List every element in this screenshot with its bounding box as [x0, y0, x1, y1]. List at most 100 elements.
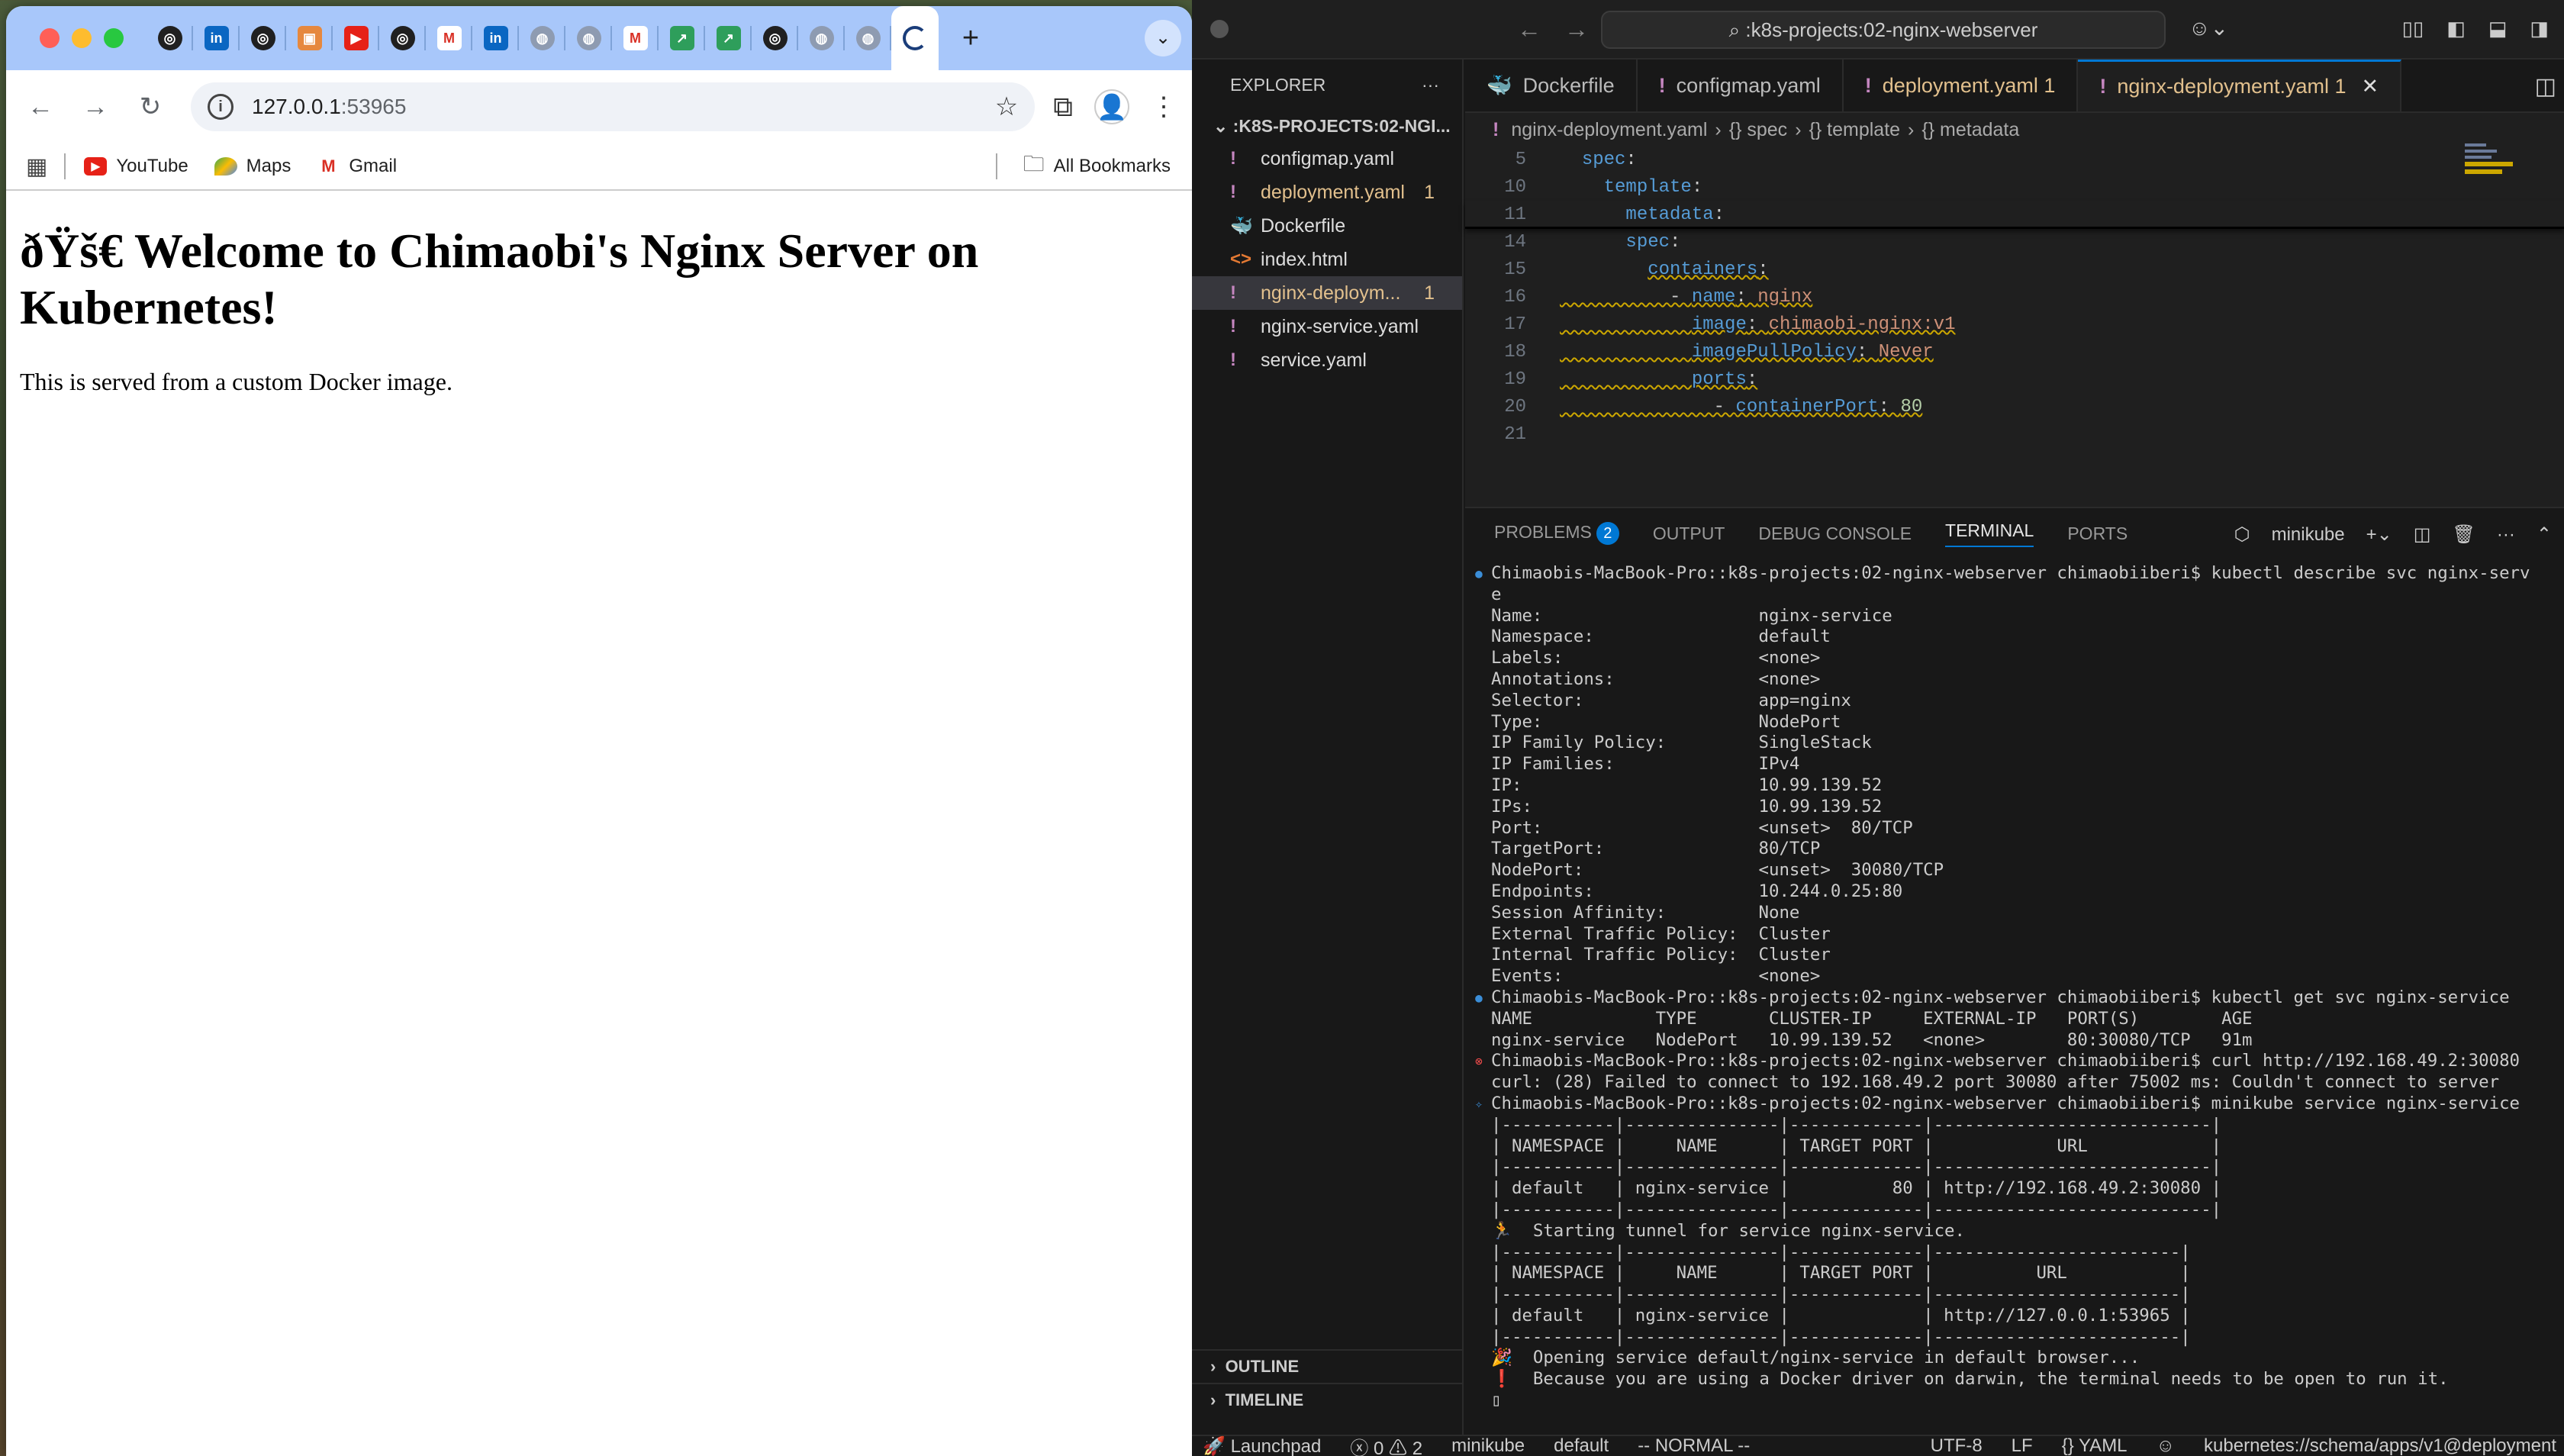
- timeline-section[interactable]: › TIMELINE: [1192, 1383, 1464, 1416]
- explorer-file[interactable]: ! nginx-deploym... 1: [1192, 276, 1462, 310]
- profile-avatar[interactable]: 👤: [1094, 89, 1129, 124]
- explorer-file[interactable]: ! deployment.yaml 1: [1192, 176, 1462, 209]
- browser-tab[interactable]: ▶: [333, 6, 379, 70]
- browser-tab[interactable]: ▣: [286, 6, 333, 70]
- explorer-file[interactable]: ! configmap.yaml: [1192, 142, 1462, 176]
- code-editor[interactable]: 5 spec: 10 template: 11 metadata: 14 spec: 1…: [1465, 147, 2564, 449]
- nav-back-icon[interactable]: ←: [1517, 15, 1541, 43]
- browser-tab[interactable]: ✕: [891, 6, 939, 70]
- bookmark-gmail[interactable]: M Gmail: [317, 156, 397, 177]
- code-line[interactable]: 18 imagePullPolicy: Never: [1465, 339, 2564, 366]
- code-line[interactable]: 16 - name: nginx: [1465, 284, 2564, 311]
- command-running-icon[interactable]: ✧: [1471, 1094, 1487, 1115]
- browser-tab[interactable]: ↗: [659, 6, 705, 70]
- bookmark-star-icon[interactable]: ☆: [995, 92, 1018, 122]
- more-actions-icon[interactable]: ···: [1422, 75, 1439, 95]
- panel-tab-output[interactable]: OUTPUT: [1653, 523, 1725, 544]
- editor-tab[interactable]: ! nginx-deployment.yaml 1 ✕: [2078, 60, 2402, 111]
- editor-tab[interactable]: ! deployment.yaml 1: [1844, 60, 2079, 111]
- code-line[interactable]: 14 spec:: [1465, 229, 2564, 256]
- explorer-file[interactable]: 🐳 Dockerfile: [1192, 209, 1462, 243]
- browser-tab[interactable]: M: [612, 6, 659, 70]
- browser-tab[interactable]: ◎: [240, 6, 286, 70]
- command-failed-icon[interactable]: ⊗: [1471, 1051, 1487, 1072]
- panel-tab-problems[interactable]: PROBLEMS 2: [1494, 522, 1619, 545]
- browser-tab[interactable]: ◎: [752, 6, 798, 70]
- editor-tab[interactable]: ! configmap.yaml: [1638, 60, 1844, 111]
- browser-tab[interactable]: in: [193, 6, 240, 70]
- terminal-name[interactable]: minikube: [2272, 524, 2345, 546]
- breadcrumb-item[interactable]: {} spec: [1729, 119, 1787, 141]
- panel-tab-debug-console[interactable]: DEBUG CONSOLE: [1758, 523, 1912, 544]
- explorer-file[interactable]: <> index.html: [1192, 243, 1462, 276]
- code-line[interactable]: 21: [1465, 421, 2564, 449]
- browser-tab[interactable]: ◎: [379, 6, 426, 70]
- k8s-namespace-status[interactable]: default: [1554, 1435, 1609, 1456]
- new-tab-button[interactable]: +: [948, 22, 994, 55]
- command-success-icon[interactable]: ●: [1471, 563, 1487, 585]
- nav-forward-icon[interactable]: →: [1564, 15, 1589, 43]
- all-bookmarks-button[interactable]: 🗀 All Bookmarks: [995, 148, 1171, 185]
- address-bar[interactable]: i 127.0.0.1:53965 ☆: [191, 82, 1036, 131]
- browser-tab[interactable]: ◍: [565, 6, 612, 70]
- command-center-search[interactable]: ⌕ :k8s-projects:02-nginx-webserver: [1601, 11, 2166, 49]
- bookmark-youtube[interactable]: ▶ YouTube: [84, 156, 188, 177]
- problems-status[interactable]: ⓧ 0 ⚠ 2: [1350, 1433, 1422, 1456]
- language-status[interactable]: {} YAML: [2062, 1435, 2128, 1456]
- panel-tab-ports[interactable]: PORTS: [2067, 523, 2128, 544]
- eol-status[interactable]: LF: [2012, 1435, 2033, 1456]
- terminal-output[interactable]: ● Chimaobis-MacBook-Pro::k8s-projects:02-…: [1465, 559, 2564, 1412]
- code-line[interactable]: 11 metadata:: [1465, 201, 2564, 229]
- yaml-schema-status[interactable]: kubernetes://schema/apps/v1@deployment: [2204, 1435, 2556, 1456]
- split-terminal-icon[interactable]: ◫: [2414, 523, 2431, 546]
- more-actions-icon[interactable]: ···: [2497, 524, 2515, 546]
- copilot-status-icon[interactable]: ☺: [2157, 1435, 2176, 1456]
- maximize-window-icon[interactable]: [104, 28, 124, 48]
- browser-tab[interactable]: ◍: [798, 6, 845, 70]
- outline-section[interactable]: › OUTLINE: [1192, 1349, 1464, 1383]
- trash-icon[interactable]: 🗑: [2452, 523, 2475, 546]
- new-terminal-icon[interactable]: +⌄: [2366, 523, 2392, 546]
- browser-tab[interactable]: ◎: [147, 6, 193, 70]
- tab-search-icon[interactable]: ⌄: [1145, 20, 1181, 56]
- explorer-file[interactable]: ! nginx-service.yaml: [1192, 310, 1462, 343]
- code-line[interactable]: 17 image: chimaobi-nginx:v1: [1465, 311, 2564, 339]
- browser-tab[interactable]: in: [472, 6, 519, 70]
- window-dot-icon[interactable]: [1210, 20, 1229, 38]
- encoding-status[interactable]: UTF-8: [1931, 1435, 1983, 1456]
- browser-tab[interactable]: ◍: [845, 6, 891, 70]
- chrome-menu-icon[interactable]: ⋮: [1151, 92, 1177, 122]
- maximize-panel-icon[interactable]: ⌃: [2537, 523, 2552, 546]
- breadcrumb-item[interactable]: nginx-deployment.yaml: [1511, 119, 1707, 141]
- reload-icon[interactable]: ↻: [131, 88, 169, 126]
- toggle-panel-icon[interactable]: ⬓: [2488, 17, 2508, 40]
- browser-tab[interactable]: M: [426, 6, 472, 70]
- k8s-context-status[interactable]: minikube: [1451, 1435, 1525, 1456]
- command-success-icon[interactable]: ●: [1471, 987, 1487, 1009]
- code-line[interactable]: 20 - containerPort: 80: [1465, 394, 2564, 421]
- split-editor-icon[interactable]: ◫: [2535, 73, 2556, 100]
- panel-tab-terminal[interactable]: TERMINAL: [1945, 520, 2034, 547]
- toggle-sidebar-icon[interactable]: ◧: [2446, 17, 2466, 40]
- browser-tab[interactable]: ↗: [705, 6, 752, 70]
- editor-tab[interactable]: 🐳 Dockerfile: [1465, 60, 1638, 111]
- toggle-secondary-sidebar-icon[interactable]: ◨: [2530, 17, 2549, 40]
- close-tab-icon[interactable]: ✕: [2362, 75, 2379, 98]
- minimize-window-icon[interactable]: [72, 28, 92, 48]
- breadcrumb-item[interactable]: {} template: [1809, 119, 1901, 141]
- back-icon[interactable]: ←: [21, 88, 60, 126]
- minimap[interactable]: [2465, 143, 2518, 197]
- code-line[interactable]: 10 template:: [1465, 174, 2564, 201]
- browser-tab[interactable]: ◍: [519, 6, 565, 70]
- code-line[interactable]: 5 spec:: [1465, 147, 2564, 174]
- launchpad-item[interactable]: 🚀 Launchpad: [1203, 1435, 1321, 1456]
- extensions-icon[interactable]: ⧉: [1053, 91, 1073, 124]
- project-folder[interactable]: ⌄ :K8S-PROJECTS:02-NGI...: [1192, 110, 1462, 142]
- customize-layout-icon[interactable]: ▯▯: [2402, 17, 2424, 40]
- explorer-file[interactable]: ! service.yaml: [1192, 343, 1462, 377]
- bookmark-maps[interactable]: Maps: [214, 156, 291, 177]
- code-line[interactable]: 19 ports:: [1465, 366, 2564, 394]
- copilot-icon[interactable]: ☺⌄: [2189, 15, 2228, 40]
- apps-grid-icon[interactable]: ▦: [26, 153, 47, 180]
- site-info-icon[interactable]: i: [208, 94, 234, 120]
